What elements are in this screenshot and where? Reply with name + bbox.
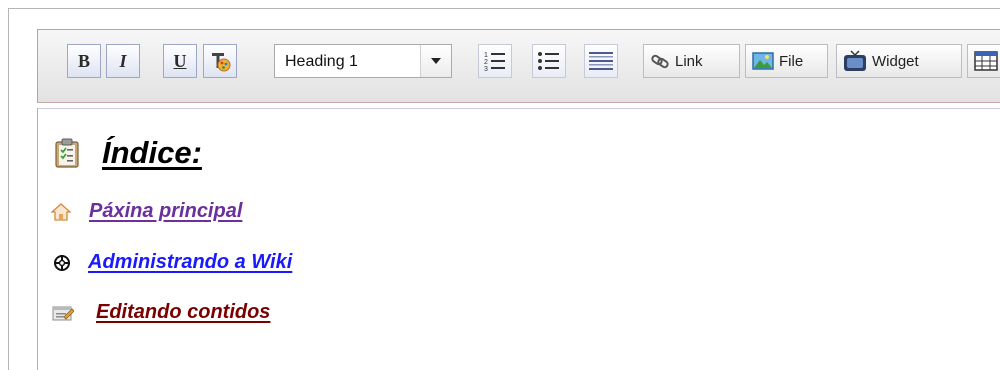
link-button[interactable]: Link — [643, 44, 740, 78]
numbered-list-button[interactable]: 1 2 3 — [478, 44, 512, 78]
index-heading-row: Índice: — [54, 135, 202, 171]
crosshair-icon — [54, 254, 70, 271]
link-button-label: Link — [675, 52, 703, 70]
main-page-link[interactable]: Páxina principal — [89, 200, 242, 223]
svg-text:3: 3 — [484, 66, 488, 73]
link-item-edit-content[interactable]: Editando contidos — [52, 301, 270, 324]
edit-content-link[interactable]: Editando contidos — [96, 301, 270, 324]
numbered-list-icon: 1 2 3 — [484, 52, 505, 73]
format-select-value: Heading 1 — [285, 53, 358, 70]
bullet-list-icon — [538, 52, 559, 70]
bullet-list-button[interactable] — [532, 44, 566, 78]
clipboard-checklist-icon — [55, 138, 79, 168]
table-icon — [974, 51, 998, 71]
chain-link-icon — [651, 54, 669, 69]
file-button[interactable]: File — [745, 44, 828, 78]
chevron-down-icon — [431, 58, 441, 64]
underline-button[interactable]: U — [163, 44, 197, 78]
widget-button[interactable]: Widget — [836, 44, 962, 78]
tv-widget-icon — [844, 50, 866, 71]
widget-button-label: Widget — [872, 52, 919, 70]
underline-button-label: U — [173, 50, 187, 71]
editor-content[interactable]: Índice: Páxina principal Administrando a… — [37, 108, 1000, 370]
svg-text:2: 2 — [484, 59, 488, 66]
home-icon — [51, 202, 71, 221]
edit-note-icon — [52, 306, 74, 320]
editor-toolbar: B I U Heading 1 1 2 3 Link File Widget — [37, 29, 1000, 103]
bold-button[interactable]: B — [67, 44, 101, 78]
bold-button-label: B — [77, 50, 90, 71]
table-button[interactable] — [967, 44, 1000, 78]
text-color-icon — [212, 53, 231, 72]
horizontal-rule-icon — [589, 52, 613, 70]
image-file-icon — [752, 52, 774, 70]
text-color-button[interactable] — [203, 44, 237, 78]
link-item-admin-wiki[interactable]: Administrando a Wiki — [53, 251, 292, 274]
admin-wiki-link[interactable]: Administrando a Wiki — [88, 251, 292, 274]
format-select-dropdown[interactable] — [420, 45, 451, 77]
file-button-label: File — [779, 52, 804, 70]
format-select[interactable]: Heading 1 — [274, 44, 452, 78]
italic-button[interactable]: I — [106, 44, 140, 78]
svg-text:1: 1 — [484, 52, 488, 59]
index-heading: Índice: — [102, 135, 202, 170]
link-item-main-page[interactable]: Páxina principal — [51, 200, 242, 223]
italic-button-label: I — [119, 50, 127, 71]
horizontal-rule-button[interactable] — [584, 44, 618, 78]
